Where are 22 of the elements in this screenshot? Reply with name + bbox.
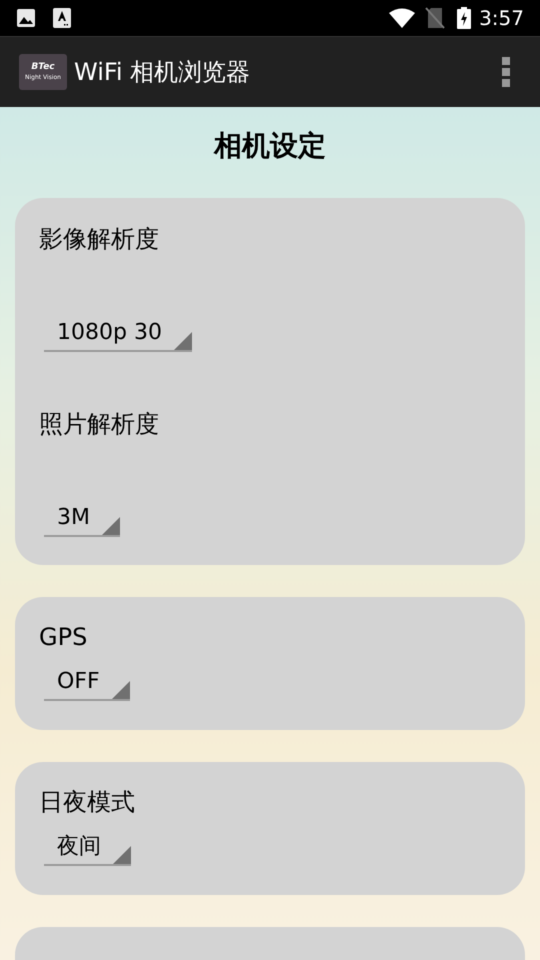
wifi-icon — [389, 8, 416, 28]
dropdown-arrow-icon — [174, 332, 192, 350]
setting-label: GPS — [39, 622, 88, 653]
font-icon — [53, 8, 71, 28]
setting-label: 日夜模式 — [39, 787, 136, 818]
setting-label: 照片解析度 — [39, 409, 160, 440]
image-icon — [16, 8, 36, 28]
dropdown[interactable]: 1080p 30 — [44, 316, 192, 352]
dropdown[interactable]: 3M — [44, 501, 120, 537]
dropdown-arrow-icon — [113, 846, 131, 864]
no-sim-icon — [425, 7, 446, 29]
dropdown[interactable]: 夜间 — [44, 830, 131, 866]
dropdown-arrow-icon — [102, 517, 120, 535]
status-time: 3:57 — [479, 5, 524, 32]
page-title: 相机设定 — [212, 128, 327, 164]
battery-charging-icon — [457, 7, 472, 29]
logo-brand: BTec — [31, 63, 55, 72]
app-title: WiFi 相机浏览器 — [74, 57, 250, 88]
overflow-menu-icon[interactable] — [502, 57, 510, 87]
dropdown[interactable]: OFF — [44, 665, 130, 701]
setting-label: 影像解析度 — [39, 224, 160, 255]
dropdown-arrow-icon — [112, 681, 130, 699]
